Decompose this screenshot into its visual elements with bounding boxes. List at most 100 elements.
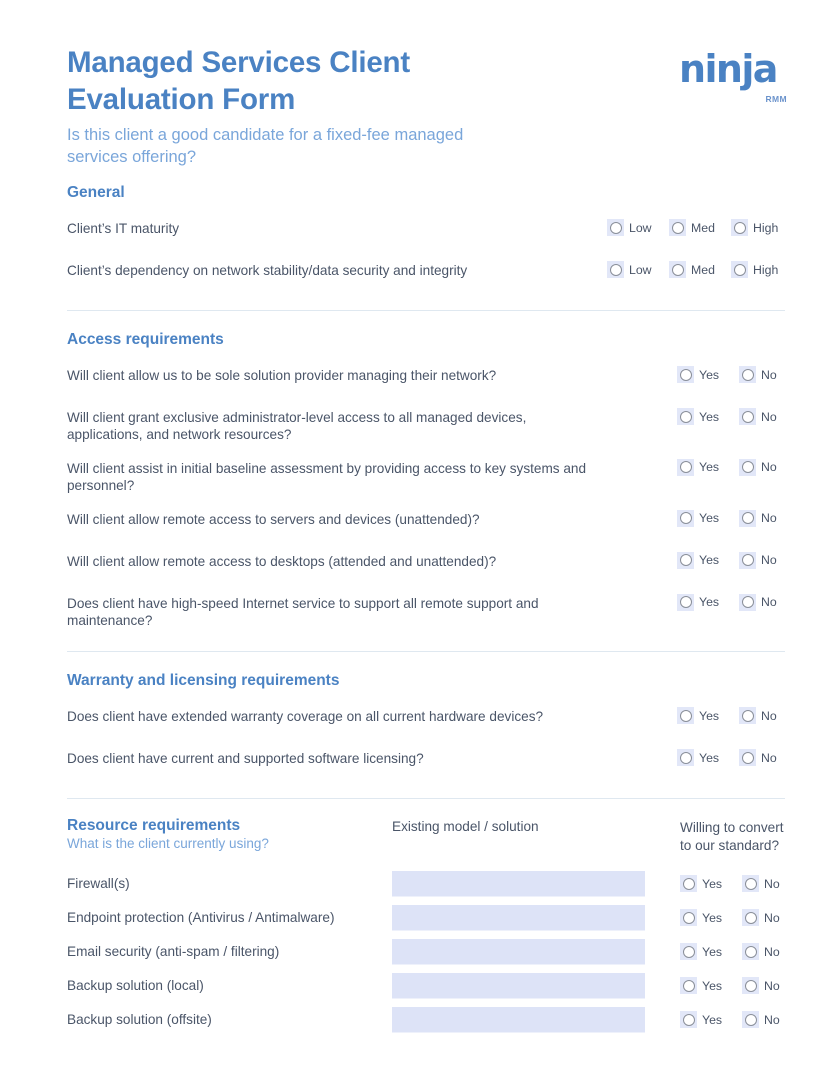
resource-input-wrapper: [392, 870, 680, 897]
radio-label: No: [761, 367, 777, 382]
radio-label: Low: [629, 220, 652, 235]
radio-option-med[interactable]: Med: [669, 219, 731, 236]
radio-circle-icon: [741, 751, 754, 764]
radio-label: Yes: [699, 460, 720, 475]
radio-option-no[interactable]: No: [739, 593, 777, 611]
radio-box[interactable]: [739, 509, 756, 527]
radio-option-yes[interactable]: Yes: [680, 875, 742, 893]
radio-option-no[interactable]: No: [739, 366, 777, 383]
radio-option-yes[interactable]: Yes: [680, 943, 742, 961]
radio-box[interactable]: [739, 749, 756, 767]
radio-box[interactable]: [739, 551, 756, 569]
radio-box[interactable]: [739, 593, 756, 611]
resource-row: Firewall(s) Yes No: [67, 867, 789, 901]
logo-subtext: RMM: [765, 94, 787, 104]
radio-option-yes[interactable]: Yes: [677, 366, 739, 383]
radio-label: Yes: [699, 750, 720, 765]
radio-option-yes[interactable]: Yes: [677, 458, 739, 476]
radio-option-no[interactable]: No: [742, 875, 780, 893]
existing-model-input-email-security[interactable]: [392, 938, 645, 965]
radio-option-yes[interactable]: Yes: [677, 551, 739, 569]
resource-label: Backup solution (local): [67, 978, 204, 994]
existing-model-input-endpoint-protection[interactable]: [392, 904, 645, 931]
radio-box[interactable]: [680, 1011, 697, 1029]
radio-option-no[interactable]: No: [739, 458, 777, 476]
radio-option-yes[interactable]: Yes: [677, 408, 739, 425]
radio-option-no[interactable]: No: [739, 551, 777, 569]
form-header: Managed Services Client Evaluation Form …: [67, 0, 789, 180]
column-header-willing-to-convert: Willing to convert to our standard?: [680, 820, 784, 854]
radio-option-yes[interactable]: Yes: [677, 749, 739, 767]
radio-option-no[interactable]: No: [739, 749, 777, 767]
question-row: Will client allow remote access to serve…: [67, 509, 789, 537]
radio-box[interactable]: [669, 219, 686, 236]
radio-circle-icon: [682, 945, 695, 958]
logo-wordmark: ninja: [679, 47, 778, 91]
question-label: Client’s IT maturity: [67, 221, 180, 236]
radio-box[interactable]: [731, 219, 748, 236]
radio-box[interactable]: [739, 366, 756, 383]
radio-option-yes[interactable]: Yes: [677, 593, 739, 611]
radio-box[interactable]: [742, 977, 759, 995]
radio-option-no[interactable]: No: [742, 977, 780, 995]
radio-box[interactable]: [677, 749, 694, 767]
radio-box[interactable]: [680, 875, 697, 893]
radio-box[interactable]: [739, 408, 756, 425]
radio-label: Yes: [699, 367, 720, 382]
question-row: Will client grant exclusive administrato…: [67, 407, 789, 444]
radio-box[interactable]: [677, 551, 694, 569]
radio-box[interactable]: [731, 261, 748, 278]
existing-model-input-backup-local[interactable]: [392, 972, 645, 999]
radio-box[interactable]: [739, 458, 756, 476]
radio-box[interactable]: [677, 458, 694, 476]
radio-label: Yes: [702, 1012, 723, 1027]
radio-option-high[interactable]: High: [731, 261, 778, 278]
radio-option-low[interactable]: Low: [607, 261, 669, 278]
radio-box[interactable]: [669, 261, 686, 278]
radio-circle-icon: [609, 263, 622, 276]
question-label: Does client have extended warranty cover…: [67, 709, 544, 725]
option-group-yes-no: Yes No: [677, 509, 789, 527]
radio-circle-icon: [671, 263, 684, 276]
option-group-yes-no: Yes No: [677, 458, 789, 476]
ninja-rmm-logo: ninja RMM: [679, 47, 789, 104]
radio-box[interactable]: [742, 1011, 759, 1029]
radio-box[interactable]: [677, 366, 694, 383]
radio-option-yes[interactable]: Yes: [680, 1011, 742, 1029]
option-group-yes-no: Yes No: [677, 551, 789, 569]
radio-option-no[interactable]: No: [742, 1011, 780, 1029]
radio-box[interactable]: [742, 909, 759, 927]
radio-option-high[interactable]: High: [731, 219, 778, 236]
existing-model-input-firewall[interactable]: [392, 870, 645, 897]
radio-box[interactable]: [607, 219, 624, 236]
radio-option-no[interactable]: No: [739, 707, 777, 725]
existing-model-input-backup-offsite[interactable]: [392, 1006, 645, 1033]
radio-box[interactable]: [680, 943, 697, 961]
radio-circle-icon: [741, 512, 754, 525]
radio-box[interactable]: [677, 509, 694, 527]
radio-box[interactable]: [739, 707, 756, 725]
radio-option-med[interactable]: Med: [669, 261, 731, 278]
radio-option-yes[interactable]: Yes: [680, 977, 742, 995]
radio-option-yes[interactable]: Yes: [677, 509, 739, 527]
radio-option-yes[interactable]: Yes: [677, 707, 739, 725]
radio-box[interactable]: [677, 408, 694, 425]
radio-option-no[interactable]: No: [739, 509, 777, 527]
radio-box[interactable]: [677, 593, 694, 611]
radio-label: Yes: [699, 553, 720, 568]
radio-option-no[interactable]: No: [742, 943, 780, 961]
radio-box[interactable]: [742, 875, 759, 893]
radio-option-no[interactable]: No: [742, 909, 780, 927]
radio-box[interactable]: [742, 943, 759, 961]
radio-box[interactable]: [607, 261, 624, 278]
radio-option-no[interactable]: No: [739, 408, 777, 425]
radio-box[interactable]: [680, 977, 697, 995]
radio-option-low[interactable]: Low: [607, 219, 669, 236]
radio-label: Yes: [702, 910, 723, 925]
evaluation-form-page: Managed Services Client Evaluation Form …: [0, 0, 837, 1079]
radio-label: No: [761, 409, 777, 424]
radio-box[interactable]: [680, 909, 697, 927]
radio-label: Yes: [699, 708, 720, 723]
radio-option-yes[interactable]: Yes: [680, 909, 742, 927]
radio-box[interactable]: [677, 707, 694, 725]
